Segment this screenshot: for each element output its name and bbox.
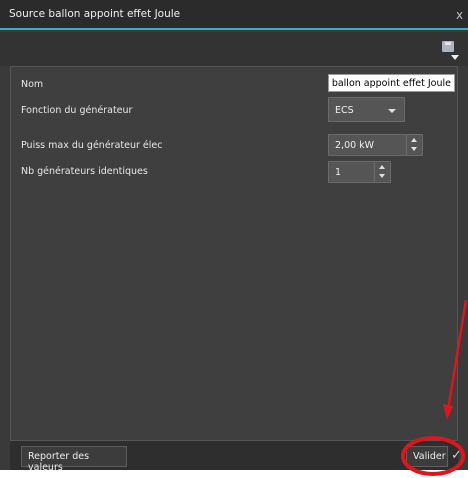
- toolbar: [0, 32, 468, 66]
- puissance-stepper[interactable]: [406, 135, 422, 155]
- chevron-down-icon[interactable]: [451, 55, 459, 60]
- dropdown-arrow-icon: [388, 109, 396, 113]
- nom-value: e ballon appoint effet Joule: [328, 78, 451, 89]
- report-values-button[interactable]: Reporter des valeurs: [21, 446, 127, 473]
- arrow-up-icon[interactable]: [379, 165, 385, 169]
- arrow-down-icon[interactable]: [411, 147, 417, 151]
- report-values-label: Reporter des valeurs: [28, 451, 90, 473]
- nom-label: Nom: [21, 79, 44, 90]
- nom-input[interactable]: e ballon appoint effet Joule: [328, 74, 455, 92]
- save-icon[interactable]: [442, 41, 454, 52]
- nb-spinbox[interactable]: 1: [328, 161, 391, 183]
- arrow-up-icon[interactable]: [411, 138, 417, 142]
- close-icon[interactable]: x: [456, 9, 468, 21]
- validate-label: Valider: [413, 451, 446, 462]
- fonction-value: ECS: [335, 105, 354, 116]
- nb-value: 1: [335, 167, 342, 178]
- arrow-down-icon[interactable]: [379, 174, 385, 178]
- window-title: Source ballon appoint effet Joule: [9, 8, 181, 20]
- nb-label: Nb générateurs identiques: [21, 166, 148, 177]
- check-icon[interactable]: ✓: [451, 448, 462, 463]
- fonction-label: Fonction du générateur: [21, 105, 133, 116]
- validate-button[interactable]: Valider: [406, 446, 448, 467]
- fonction-select[interactable]: ECS: [328, 97, 405, 122]
- dialog-window: Source ballon appoint effet Joule x Nom …: [0, 0, 468, 473]
- puissance-label: Puiss max du générateur élec: [21, 140, 163, 151]
- puissance-spinbox[interactable]: 2,00 kW: [328, 134, 423, 156]
- title-bar: Source ballon appoint effet Joule x: [0, 0, 468, 30]
- puissance-value: 2,00 kW: [335, 140, 375, 151]
- properties-panel: [10, 66, 458, 441]
- nb-stepper[interactable]: [374, 162, 390, 182]
